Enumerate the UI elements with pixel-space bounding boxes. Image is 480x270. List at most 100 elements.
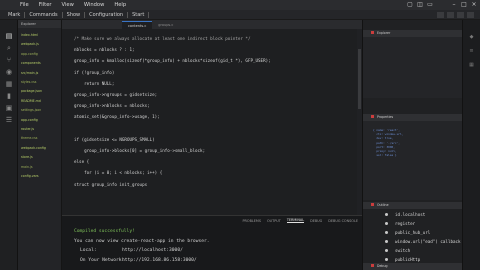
bullet-icon: [385, 222, 388, 225]
menu-item-window[interactable]: Window: [84, 2, 104, 8]
file-item[interactable]: components: [21, 59, 61, 68]
terminal-output[interactable]: Compiled successfully! You can now view …: [62, 225, 362, 265]
file-item[interactable]: index.html: [21, 31, 61, 40]
debug-header: Debug: [363, 263, 463, 270]
code-snippet: { name: 'react', ctx: window.url, dev: t…: [373, 128, 403, 157]
layers-icon[interactable]: ≡: [463, 44, 480, 58]
outline-list: id.localhost register public_hub_urlwindow…: [363, 209, 463, 264]
file-item[interactable]: app.config: [21, 50, 61, 59]
command-mark[interactable]: Mark: [4, 11, 26, 18]
panel-icon[interactable]: ▭: [426, 1, 434, 8]
outline-item-label: publicHttp: [395, 257, 421, 262]
outline-item[interactable]: register: [363, 219, 463, 228]
outline-item-label: id.localhost: [395, 212, 426, 217]
local-url[interactable]: http://localhost:3000/: [122, 248, 183, 253]
file-item[interactable]: styles.css: [21, 78, 61, 87]
bookmark-icon[interactable]: ▮: [0, 90, 18, 102]
tool-icon-1[interactable]: [437, 12, 444, 18]
window-controls: ▢ ◫ ▭: [404, 1, 434, 8]
outline-item[interactable]: id.localhost: [363, 210, 463, 219]
panel-tab-debug-console[interactable]: DEBUG CONSOLE: [328, 219, 358, 223]
search-icon[interactable]: ⌕: [0, 42, 18, 54]
panel-tab-problems[interactable]: PROBLEMS: [243, 219, 262, 223]
code-area[interactable]: /* Make sure we always allocate at least…: [62, 29, 362, 190]
menu-item-filter[interactable]: Filter: [39, 2, 52, 8]
git-icon[interactable]: ⑂: [0, 54, 18, 66]
grid-icon[interactable]: ▦: [463, 58, 480, 72]
code-line: nblocks = nblocks ? : 1;: [74, 47, 135, 53]
extensions-icon[interactable]: ▦: [0, 78, 18, 90]
outline-item-label: window.url("ead") callback: [395, 239, 461, 244]
command-commands[interactable]: Commands: [25, 11, 63, 18]
file-item[interactable]: src/main.js: [21, 69, 61, 78]
file-item[interactable]: router.js: [21, 125, 61, 134]
file-item[interactable]: store.js: [21, 153, 61, 162]
editor-tab[interactable]: groups.c: [152, 21, 179, 29]
network-url[interactable]: http://192.168.86.158:3000/: [122, 258, 197, 263]
bullet-icon: [385, 213, 388, 216]
pin-icon[interactable]: ◆: [463, 30, 480, 44]
file-item[interactable]: config.vars: [21, 172, 61, 181]
explorer-panel: Explorer index.html webpack.js app.config c…: [18, 20, 62, 270]
close-icon[interactable]: ×: [470, 1, 478, 8]
panel-tab-terminal[interactable]: TERMINAL: [286, 218, 305, 223]
panel-tab-output[interactable]: OUTPUT: [267, 219, 281, 223]
code-line: atomic_set(&group_info->usage, 1);: [74, 114, 160, 120]
file-item[interactable]: webpack.js: [21, 40, 61, 49]
file-item[interactable]: settings.json: [21, 106, 61, 115]
outline-panel: Outline id.localhost register public_hub_u…: [363, 202, 463, 262]
terminal-panel: PROBLEMS OUTPUT TERMINAL DEBUG DEBUG CONSOLE…: [62, 215, 362, 270]
right-panel-2-header: Properties: [363, 114, 463, 121]
file-item[interactable]: webpack.config: [21, 144, 61, 153]
outline-item[interactable]: window.url("ead") callback: [363, 237, 463, 246]
code-line: if (!group_info): [74, 69, 115, 75]
right-panel-1-header: Explorer: [363, 30, 463, 37]
activity-bar: ▤ ⌕ ⑂ ◉ ▦ ▮ ▣ ☰: [0, 20, 18, 270]
command-bar: Mark Commands Show Configuration Start: [0, 10, 480, 20]
bullet-icon: [385, 249, 388, 252]
code-line: /* Make sure we always allocate at least…: [74, 36, 251, 41]
split-icon[interactable]: ◫: [416, 1, 424, 8]
terminal-line-local: Local: http://localhost:3000/: [74, 246, 362, 256]
menu-item-file[interactable]: File: [20, 2, 29, 8]
tool-icon-3[interactable]: [457, 12, 464, 18]
scrollbar-thumb[interactable]: [358, 49, 361, 109]
terminal-icon[interactable]: ▣: [0, 102, 18, 114]
outline-item[interactable]: public_hub_url: [363, 228, 463, 237]
command-start[interactable]: Start: [128, 11, 150, 18]
tool-icon-2[interactable]: [447, 12, 454, 18]
right-panel-1: Explorer: [363, 30, 463, 98]
outline-item-label: register: [395, 221, 416, 226]
menu-item-view[interactable]: View: [62, 2, 74, 8]
panel-tab-debug[interactable]: DEBUG: [310, 219, 322, 223]
minimize-icon[interactable]: –: [450, 1, 458, 8]
command-bar-tools: [434, 12, 474, 18]
terminal-line-view: You can now view create-react-app in the…: [74, 238, 210, 244]
file-item[interactable]: README.md: [21, 97, 61, 106]
bullet-icon: [385, 231, 388, 234]
file-item[interactable]: main.js: [21, 163, 61, 172]
code-line: group_info->ngroups = gidsetsize;: [74, 92, 158, 98]
outline-item-label: public_hub_url: [395, 230, 431, 235]
file-item[interactable]: app.config: [21, 116, 61, 125]
outline-title: Outline: [377, 203, 389, 207]
editor-tab-active[interactable]: contents.c: [122, 21, 153, 29]
menu-item-help[interactable]: Help: [114, 2, 126, 8]
command-show[interactable]: Show: [63, 11, 86, 18]
snippet-line: ssl: false }: [373, 153, 397, 158]
layout-icon[interactable]: ▢: [406, 1, 414, 8]
title-window-buttons: – □ ×: [448, 1, 478, 8]
outline-item[interactable]: switch: [363, 246, 463, 255]
file-item[interactable]: theme.css: [21, 134, 61, 143]
files-icon[interactable]: ▤: [0, 30, 18, 42]
tool-icon-4[interactable]: [467, 12, 474, 18]
maximize-icon[interactable]: □: [460, 1, 468, 8]
debug-panel: Debug: [363, 263, 463, 270]
debug-icon[interactable]: ◉: [0, 66, 18, 78]
panel-tabs: PROBLEMS OUTPUT TERMINAL DEBUG DEBUG CONSOLE: [62, 216, 362, 225]
tasks-icon[interactable]: ☰: [0, 114, 18, 126]
code-line: group_info->nblocks = nblocks;: [74, 103, 150, 109]
file-item[interactable]: package.json: [21, 87, 61, 96]
command-configuration[interactable]: Configuration: [85, 11, 129, 18]
